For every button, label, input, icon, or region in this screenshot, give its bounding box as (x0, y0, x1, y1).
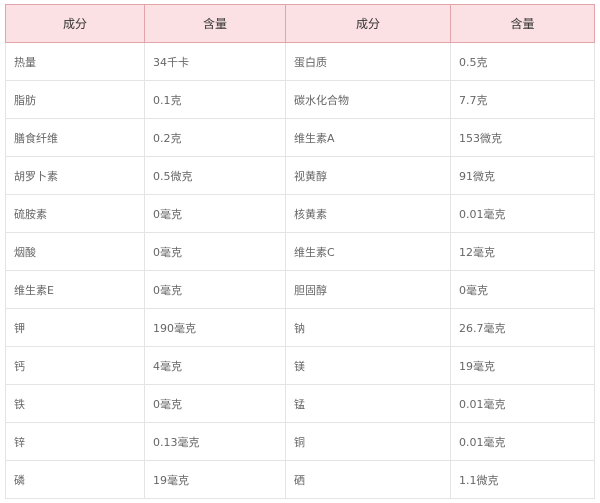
ingredient-amount: 0毫克 (144, 270, 286, 309)
header-amount-1: 含量 (144, 4, 286, 43)
ingredient-name: 镁 (285, 346, 451, 385)
ingredient-name: 铜 (285, 422, 451, 461)
ingredient-amount: 91微克 (450, 156, 595, 195)
ingredient-amount: 0.2克 (144, 118, 286, 157)
header-ingredient-2: 成分 (285, 4, 451, 43)
ingredient-name: 胡罗卜素 (5, 156, 145, 195)
ingredient-name: 磷 (5, 460, 145, 499)
ingredient-name: 钾 (5, 308, 145, 347)
table-row: 铁 0毫克锰 0.01毫克 (5, 384, 595, 423)
ingredient-name: 硫胺素 (5, 194, 145, 233)
ingredient-amount: 0.01毫克 (450, 422, 595, 461)
ingredient-name: 维生素C (285, 232, 451, 271)
header-amount-2: 含量 (450, 4, 595, 43)
header-ingredient-1: 成分 (5, 4, 145, 43)
table-row: 膳食纤维 0.2克 维生素A 153微克 (5, 118, 595, 157)
ingredient-name: 锌 (5, 422, 145, 461)
table-row: 热量 34千卡 蛋白质 0.5克 (5, 42, 595, 81)
ingredient-name: 蛋白质 (285, 42, 451, 81)
ingredient-amount: 7.7克 (450, 80, 595, 119)
ingredient-name: 视黄醇 (285, 156, 451, 195)
ingredient-name: 锰 (285, 384, 451, 423)
table-row: 锌 0.13毫克铜 0.01毫克 (5, 422, 595, 461)
ingredient-name: 铁 (5, 384, 145, 423)
ingredient-amount: 0.01毫克 (450, 384, 595, 423)
ingredient-amount: 153微克 (450, 118, 595, 157)
table-row: 脂肪 0.1克 碳水化合物 7.7克 (5, 80, 595, 119)
ingredient-amount: 0.5克 (450, 42, 595, 81)
table-row: 胡罗卜素 0.5微克 视黄醇 91微克 (5, 156, 595, 195)
table-header-row: 成分 含量 成分 含量 (5, 4, 595, 43)
ingredient-name: 核黄素 (285, 194, 451, 233)
table-row: 钙 4毫克镁 19毫克 (5, 346, 595, 385)
ingredient-amount: 0毫克 (144, 194, 286, 233)
ingredient-amount: 0毫克 (450, 270, 595, 309)
ingredient-amount: 19毫克 (144, 460, 286, 499)
ingredient-name: 钠 (285, 308, 451, 347)
ingredient-amount: 12毫克 (450, 232, 595, 271)
ingredient-name: 碳水化合物 (285, 80, 451, 119)
table-row: 维生素E 0毫克 胆固醇 0毫克 (5, 270, 595, 309)
ingredient-amount: 19毫克 (450, 346, 595, 385)
ingredient-amount: 0毫克 (144, 384, 286, 423)
table-row: 烟酸 0毫克 维生素C 12毫克 (5, 232, 595, 271)
ingredient-name: 维生素A (285, 118, 451, 157)
ingredient-amount: 0.01毫克 (450, 194, 595, 233)
ingredient-amount: 26.7毫克 (450, 308, 595, 347)
ingredient-name: 钙 (5, 346, 145, 385)
ingredient-amount: 4毫克 (144, 346, 286, 385)
ingredient-amount: 0.5微克 (144, 156, 286, 195)
ingredient-amount: 1.1微克 (450, 460, 595, 499)
ingredient-amount: 0毫克 (144, 232, 286, 271)
ingredient-name: 膳食纤维 (5, 118, 145, 157)
table-row: 钾 190毫克钠 26.7毫克 (5, 308, 595, 347)
nutrition-table: 成分 含量 成分 含量 热量 34千卡 蛋白质 0.5克 脂肪 0.1克 碳水化合物 7.7… (5, 4, 595, 499)
ingredient-name: 胆固醇 (285, 270, 451, 309)
table-row: 磷 19毫克硒 1.1微克 (5, 460, 595, 499)
ingredient-amount: 190毫克 (144, 308, 286, 347)
ingredient-name: 维生素E (5, 270, 145, 309)
ingredient-amount: 0.13毫克 (144, 422, 286, 461)
ingredient-name: 烟酸 (5, 232, 145, 271)
ingredient-name: 热量 (5, 42, 145, 81)
table-row: 硫胺素 0毫克 核黄素 0.01毫克 (5, 194, 595, 233)
ingredient-amount: 34千卡 (144, 42, 286, 81)
ingredient-name: 脂肪 (5, 80, 145, 119)
ingredient-amount: 0.1克 (144, 80, 286, 119)
ingredient-name: 硒 (285, 460, 451, 499)
